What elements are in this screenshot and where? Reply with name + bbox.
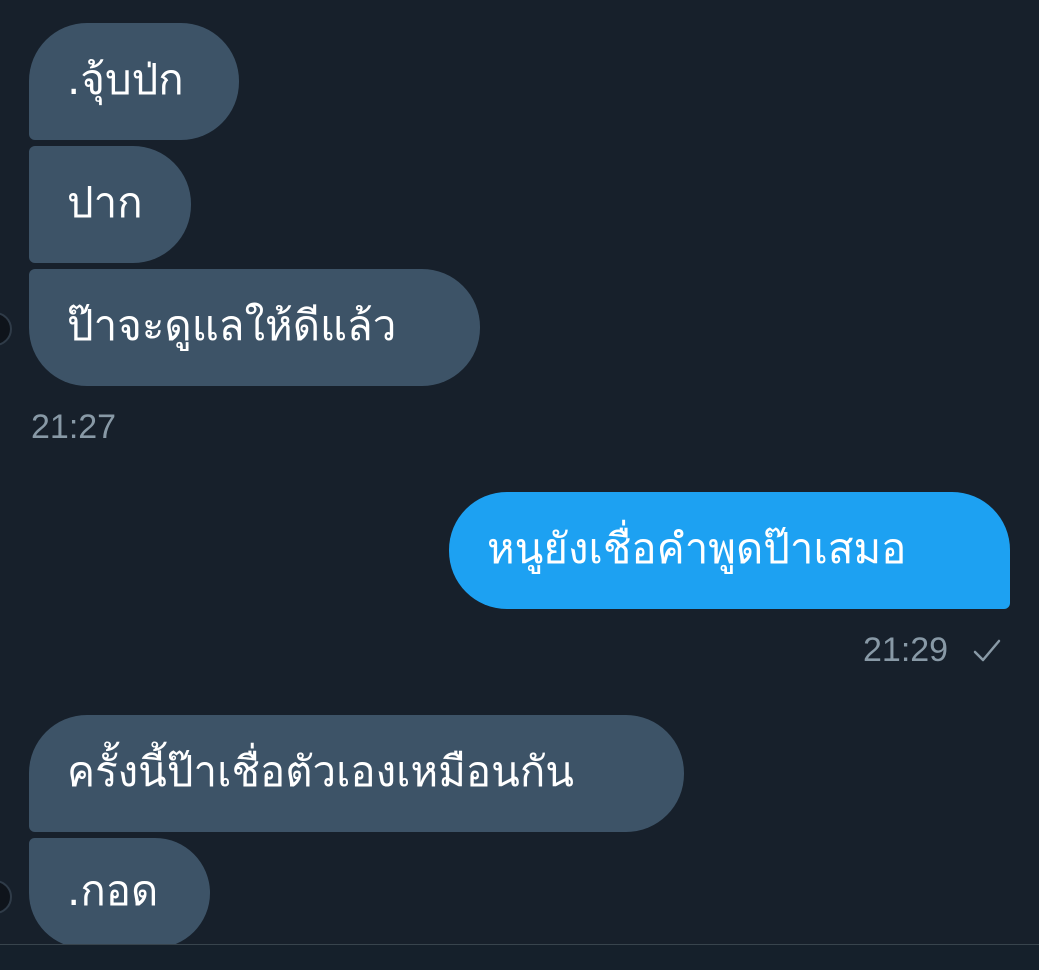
message-bubble-incoming[interactable]: ครั้งนี้ป๊าเชื่อตัวเองเหมือนกัน [29, 715, 684, 832]
chat-thread: .จุ้บป่ก ปาก ป๊าจะดูแลให้ดีแล้ว 21:27 หน… [0, 0, 1039, 970]
checkmark-icon [973, 639, 1001, 662]
message-bubble-incoming[interactable]: ป๊าจะดูแลให้ดีแล้ว [29, 269, 480, 386]
message-timestamp: 21:27 [31, 408, 117, 446]
avatar[interactable] [0, 880, 12, 914]
composer-bar [0, 945, 1039, 970]
message-text: หนูยังเชื่อคำพูดป๊าเสมอ [487, 523, 907, 573]
message-bubble-incoming[interactable]: ปาก [29, 146, 191, 263]
message-timestamp: 21:29 [863, 631, 949, 669]
message-text: .จุ้บป่ก [67, 54, 184, 104]
message-bubble-incoming[interactable]: .กอด [29, 838, 210, 948]
avatar[interactable] [0, 312, 12, 346]
message-bubble-incoming[interactable]: .จุ้บป่ก [29, 23, 239, 140]
message-text: ครั้งนี้ป๊าเชื่อตัวเองเหมือนกัน [67, 746, 574, 796]
message-text: ปาก [67, 177, 143, 227]
message-text: ป๊าจะดูแลให้ดีแล้ว [67, 300, 397, 350]
message-text: .กอด [67, 866, 159, 915]
message-bubble-outgoing[interactable]: หนูยังเชื่อคำพูดป๊าเสมอ [449, 492, 1010, 609]
